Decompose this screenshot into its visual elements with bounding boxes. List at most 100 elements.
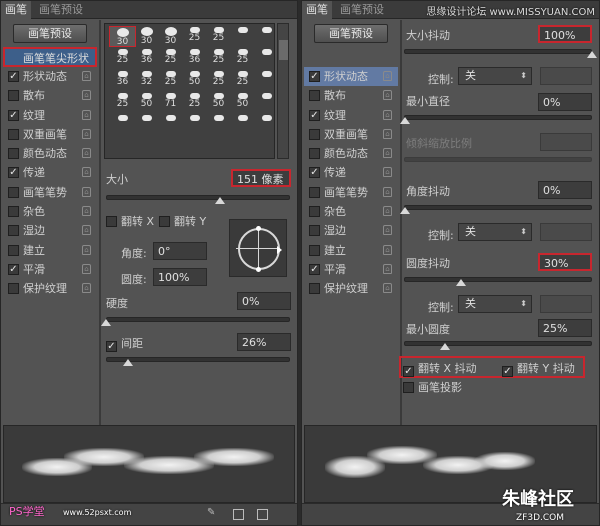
brush-tip-preset[interactable] xyxy=(253,114,280,135)
lock-icon[interactable]: ⌂ xyxy=(383,71,392,81)
sidebar-item[interactable]: 保护纹理 ⌂ xyxy=(3,279,97,298)
min-roundness-slider-knob[interactable] xyxy=(440,343,450,350)
checkbox[interactable]: ✓ xyxy=(8,263,19,275)
angle-roundness-dial[interactable] xyxy=(229,219,287,277)
tab-brush[interactable]: 画笔 xyxy=(302,1,332,19)
brush-presets-button[interactable]: 画笔预设 xyxy=(314,24,388,43)
checkbox[interactable] xyxy=(309,148,320,160)
sidebar-item[interactable]: 杂色 ⌂ xyxy=(3,202,97,221)
checkbox[interactable] xyxy=(8,90,19,102)
scrollbar-thumb[interactable] xyxy=(279,40,288,60)
brush-tip-preset[interactable]: 50 xyxy=(133,92,160,113)
brush-tip-preset[interactable]: 25 xyxy=(109,48,136,69)
control-select[interactable]: 关 ⬍ xyxy=(458,295,532,313)
lock-icon[interactable]: ⌂ xyxy=(383,128,392,139)
spacing-checkbox[interactable]: ✓ 间距 xyxy=(106,335,143,352)
lock-icon[interactable]: ⌂ xyxy=(383,206,392,217)
roundness-jitter-slider-knob[interactable] xyxy=(456,279,466,286)
brush-tip-preset[interactable]: 30 xyxy=(109,26,136,47)
new-preset-icon[interactable] xyxy=(257,509,268,520)
size-field[interactable]: 151 像素 xyxy=(231,169,291,187)
tab-brush-presets[interactable]: 画笔预设 xyxy=(336,1,388,19)
size-slider[interactable] xyxy=(106,195,290,200)
checkbox[interactable] xyxy=(309,90,320,102)
lock-icon[interactable]: ⌂ xyxy=(82,109,91,120)
brush-tip-preset[interactable] xyxy=(109,114,136,135)
lock-icon[interactable]: ⌂ xyxy=(82,90,91,101)
sidebar-item[interactable]: 湿边 ⌂ xyxy=(304,221,398,240)
brush-tip-preset[interactable]: 25 xyxy=(157,48,184,69)
lock-icon[interactable]: ⌂ xyxy=(383,167,392,178)
lock-icon[interactable]: ⌂ xyxy=(82,283,91,294)
sidebar-item[interactable]: 颜色动态 ⌂ xyxy=(304,144,398,163)
flip-x-jitter-checkbox[interactable]: ✓ 翻转 X 抖动 xyxy=(403,360,477,377)
checkbox[interactable] xyxy=(8,186,19,198)
brush-tip-preset[interactable]: 50 xyxy=(205,92,232,113)
dial-arrow-icon[interactable] xyxy=(277,246,282,254)
lock-icon[interactable]: ⌂ xyxy=(383,90,392,101)
brush-tip-preset[interactable]: 25 xyxy=(229,70,256,91)
lock-icon[interactable]: ⌂ xyxy=(383,263,392,274)
roundness-jitter-slider[interactable] xyxy=(404,277,592,282)
brush-tip-grid[interactable]: 30 30 30 25 25 25 36 25 36 25 25 36 32 25 50 25 25 25 50 71… xyxy=(104,23,275,159)
min-diameter-slider-knob[interactable] xyxy=(400,117,410,124)
brush-tip-preset[interactable]: 50 xyxy=(181,70,208,91)
checkbox[interactable]: ✓ xyxy=(309,109,320,121)
hardness-slider-knob[interactable] xyxy=(101,319,111,326)
flip-y-jitter-checkbox[interactable]: ✓ 翻转 Y 抖动 xyxy=(502,360,575,377)
lock-icon[interactable]: ⌂ xyxy=(383,109,392,120)
lock-icon[interactable]: ⌂ xyxy=(82,206,91,217)
brush-tip-preset[interactable]: 25 xyxy=(205,48,232,69)
brush-tip-preset[interactable]: 36 xyxy=(109,70,136,91)
sidebar-item[interactable]: ✓ 形状动态 ⌂ xyxy=(304,67,398,87)
lock-icon[interactable]: ⌂ xyxy=(82,167,91,178)
brush-tip-preset[interactable] xyxy=(133,114,160,135)
sidebar-item[interactable]: 湿边 ⌂ xyxy=(3,221,97,240)
sidebar-item[interactable]: ✓ 平滑 ⌂ xyxy=(3,260,97,279)
brush-tip-preset[interactable]: 25 xyxy=(205,70,232,91)
checkbox[interactable] xyxy=(309,186,320,198)
brush-tip-preset[interactable]: 30 xyxy=(133,26,160,47)
checkbox[interactable] xyxy=(309,206,320,218)
control-select[interactable]: 关 ⬍ xyxy=(458,67,532,85)
sidebar-item[interactable]: 散布 ⌂ xyxy=(304,86,398,105)
tab-brush[interactable]: 画笔 xyxy=(1,1,31,19)
brush-tip-preset[interactable]: 32 xyxy=(133,70,160,91)
lock-icon[interactable]: ⌂ xyxy=(383,186,392,197)
size-jitter-slider-knob[interactable] xyxy=(587,51,597,58)
checkbox[interactable]: ✓ xyxy=(309,71,320,82)
brush-tip-preset[interactable] xyxy=(253,70,280,91)
lock-icon[interactable]: ⌂ xyxy=(82,148,91,159)
brush-tip-preset[interactable] xyxy=(181,114,208,135)
checkbox[interactable] xyxy=(309,128,320,140)
angle-field[interactable]: 0° xyxy=(153,242,207,260)
lock-icon[interactable]: ⌂ xyxy=(383,283,392,294)
brush-tip-preset[interactable]: 36 xyxy=(133,48,160,69)
brush-tip-preset[interactable] xyxy=(253,92,280,113)
brush-tip-preset[interactable]: 36 xyxy=(181,48,208,69)
brush-tip-preset[interactable]: 30 xyxy=(157,26,184,47)
sidebar-item[interactable]: 双重画笔 ⌂ xyxy=(304,125,398,144)
checkbox[interactable] xyxy=(8,283,19,295)
dial-handle[interactable] xyxy=(256,267,261,272)
flip-y-checkbox[interactable]: 翻转 Y xyxy=(159,213,206,229)
roundness-field[interactable]: 100% xyxy=(153,268,207,286)
checkbox[interactable] xyxy=(8,225,19,237)
brush-tip-preset[interactable]: 25 xyxy=(181,92,208,113)
checkbox[interactable] xyxy=(309,244,320,256)
brush-tip-preset[interactable]: 50 xyxy=(229,92,256,113)
checkbox[interactable] xyxy=(8,244,19,256)
min-diameter-slider[interactable] xyxy=(404,115,592,120)
sidebar-item[interactable]: 保护纹理 ⌂ xyxy=(304,279,398,298)
sidebar-item[interactable]: 颜色动态 ⌂ xyxy=(3,144,97,163)
brush-tip-preset[interactable]: 25 xyxy=(229,48,256,69)
sidebar-item[interactable]: 双重画笔 ⌂ xyxy=(3,125,97,144)
min-roundness-field[interactable]: 25% xyxy=(538,319,592,337)
lock-icon[interactable]: ⌂ xyxy=(383,148,392,159)
lock-icon[interactable]: ⌂ xyxy=(82,244,91,255)
grid-icon[interactable] xyxy=(233,509,244,520)
lock-icon[interactable]: ⌂ xyxy=(82,128,91,139)
spacing-slider-knob[interactable] xyxy=(123,359,133,366)
roundness-jitter-field[interactable]: 30% xyxy=(538,253,592,271)
hardness-field[interactable]: 0% xyxy=(237,292,291,310)
